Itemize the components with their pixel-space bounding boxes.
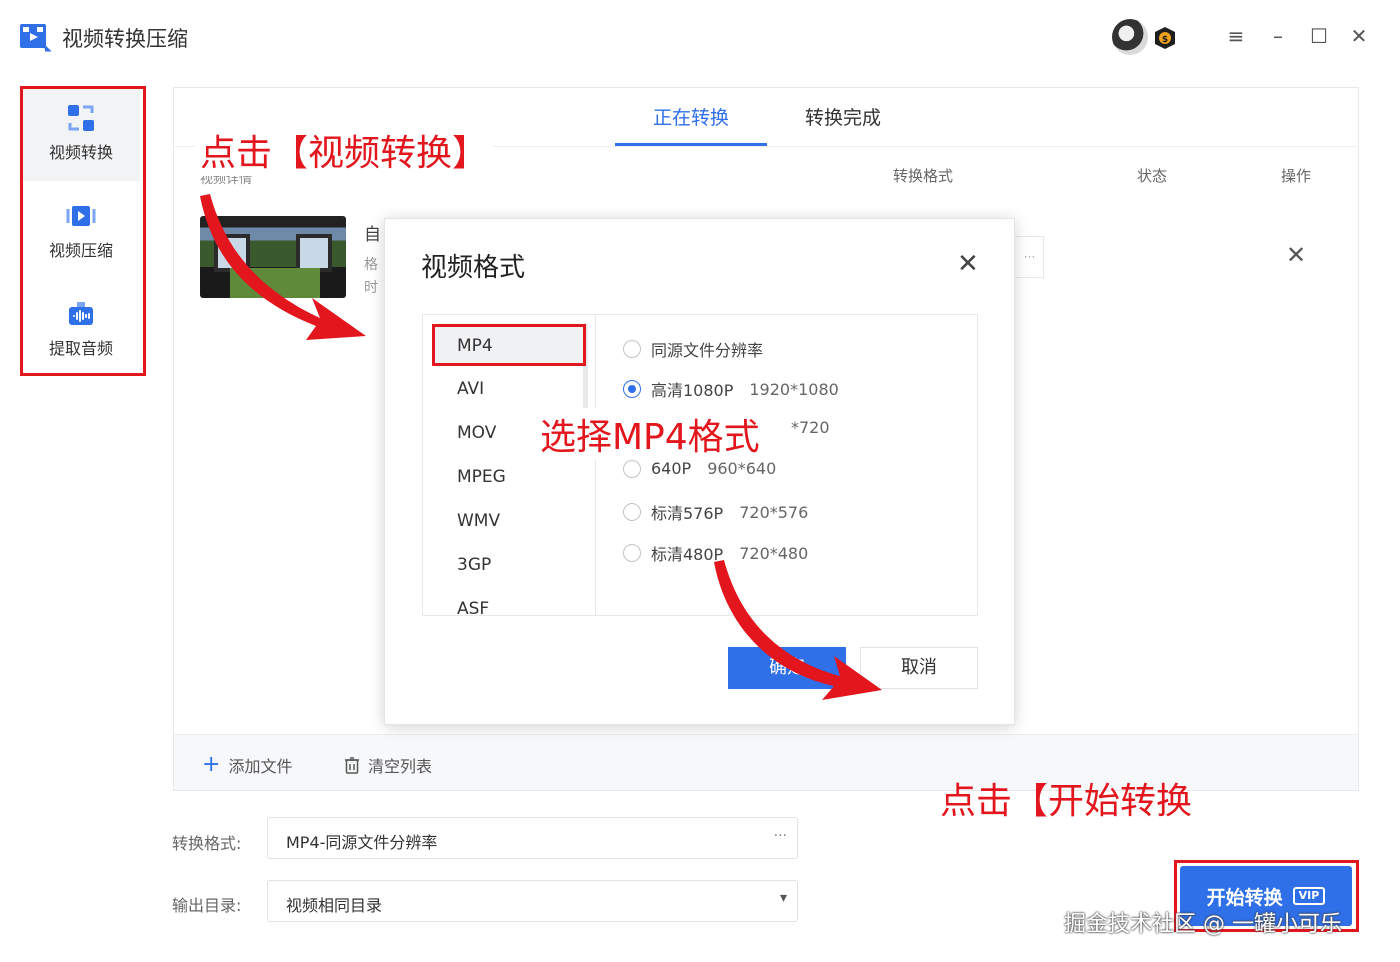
format-item-wmv[interactable]: WMV: [457, 511, 500, 531]
app-title: 视频转换压缩: [62, 27, 188, 51]
radio-icon: [623, 544, 641, 562]
radio-icon: [623, 459, 641, 478]
resolution-option[interactable]: 同源文件分辨率: [623, 337, 763, 361]
format-item-3gp[interactable]: 3GP: [457, 555, 491, 575]
output-dir-select[interactable]: 视频相同目录 ▾: [267, 880, 798, 922]
close-icon[interactable]: ✕: [1345, 22, 1373, 50]
file-time: 时: [364, 280, 378, 296]
app-titlebar: 视频转换压缩 $ ≡ – ☐ ✕: [0, 0, 1400, 72]
column-header-status: 状态: [1137, 167, 1168, 185]
format-select[interactable]: MP4-同源文件分辨率 ···: [267, 817, 798, 859]
svg-text:$: $: [1162, 35, 1168, 45]
maximize-icon[interactable]: ☐: [1305, 22, 1333, 50]
plus-icon: +: [202, 752, 221, 777]
vip-badge-icon[interactable]: $: [1154, 26, 1176, 50]
format-item-mov[interactable]: MOV: [457, 423, 496, 443]
radio-icon: [623, 340, 641, 358]
annotation-choose-mp4: 选择MP4格式: [540, 408, 760, 460]
radio-icon: [623, 503, 641, 521]
format-item-avi[interactable]: AVI: [457, 379, 484, 399]
avatar[interactable]: [1112, 19, 1148, 55]
tab-completed[interactable]: 转换完成: [767, 100, 919, 146]
radio-checked-icon: [623, 380, 641, 398]
row-remove-icon[interactable]: ✕: [1286, 243, 1308, 267]
resolution-option[interactable]: 标清480P 720*480: [623, 541, 808, 565]
resolution-option[interactable]: 高清1080P 1920*1080: [623, 377, 839, 401]
trash-icon: [345, 757, 359, 774]
file-name: 自: [364, 225, 381, 245]
format-label: 转换格式:: [172, 834, 242, 853]
video-thumbnail: [200, 216, 346, 298]
row-format-more-button[interactable]: ···: [1016, 236, 1044, 278]
format-item-mpeg[interactable]: MPEG: [457, 467, 506, 487]
menu-icon[interactable]: ≡: [1222, 22, 1250, 50]
annotation-click-start: 点击【开始转换: [940, 781, 1193, 822]
add-file-button[interactable]: + 添加文件: [202, 753, 292, 777]
file-format: 格: [364, 257, 378, 273]
video-format-dialog: 视频格式 ✕ MP4 AVI MOV MPEG WMV 3GP ASF 同源文件…: [384, 218, 1015, 725]
dialog-title: 视频格式: [421, 253, 526, 283]
tab-converting[interactable]: 正在转换: [615, 100, 767, 146]
cancel-button[interactable]: 取消: [860, 647, 978, 689]
column-header-action: 操作: [1281, 167, 1312, 185]
ok-button[interactable]: 确定: [728, 647, 846, 689]
watermark: 掘金技术社区 @ 一罐小可乐: [1064, 912, 1342, 937]
annotation-box-mp4: [432, 324, 586, 366]
column-header-format: 转换格式: [893, 167, 954, 185]
format-item-asf[interactable]: ASF: [457, 599, 489, 615]
more-icon: ···: [773, 828, 787, 844]
resolution-option[interactable]: 640P 960*640: [623, 459, 776, 478]
annotation-click-convert: 点击【视频转换】: [196, 124, 493, 176]
app-logo-icon: [20, 24, 52, 52]
chevron-down-icon: ▾: [779, 890, 787, 906]
dialog-close-icon[interactable]: ✕: [957, 249, 979, 279]
annotation-box-sidebar: [20, 86, 146, 376]
resolution-option[interactable]: *720: [785, 418, 830, 437]
resolution-option[interactable]: 标清576P 720*576: [623, 500, 808, 524]
clear-list-button[interactable]: 清空列表: [344, 753, 432, 777]
minimize-icon[interactable]: –: [1264, 22, 1292, 50]
output-label: 输出目录:: [172, 896, 242, 915]
